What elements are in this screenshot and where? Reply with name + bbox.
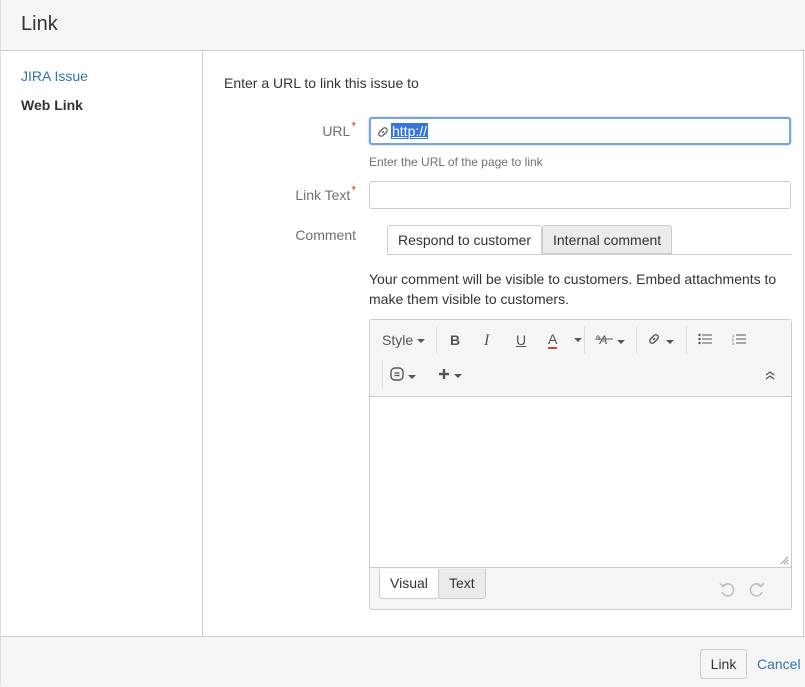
comment-editor: Style B I U A ªA 1 2 3 Visual Text bbox=[369, 319, 792, 610]
chevron-down-icon[interactable] bbox=[574, 338, 582, 342]
sidebar-item-web-link[interactable]: Web Link bbox=[21, 97, 83, 113]
chevron-down-icon bbox=[617, 340, 625, 345]
toolbar-divider bbox=[636, 326, 637, 354]
style-dropdown[interactable]: Style bbox=[382, 332, 426, 348]
sidebar: JIRA Issue Web Link bbox=[1, 51, 203, 636]
form-intro: Enter a URL to link this issue to bbox=[224, 75, 419, 91]
insert-link-dropdown[interactable] bbox=[646, 332, 674, 349]
chevron-down-icon bbox=[408, 375, 416, 380]
tab-text[interactable]: Text bbox=[438, 569, 486, 599]
collapse-toolbar-icon[interactable] bbox=[764, 370, 776, 380]
text-color-button[interactable]: A bbox=[548, 332, 558, 349]
link-text-label: Link Text* bbox=[295, 183, 356, 203]
chevron-down-icon bbox=[454, 374, 462, 379]
comment-text-area[interactable] bbox=[370, 396, 791, 568]
link-text-field[interactable] bbox=[369, 181, 791, 209]
url-value: http:// bbox=[391, 123, 429, 139]
underline-button[interactable]: U bbox=[516, 332, 526, 348]
tab-visual[interactable]: Visual bbox=[379, 569, 439, 599]
bold-button[interactable]: B bbox=[450, 332, 460, 348]
plus-icon bbox=[439, 369, 449, 379]
editor-toolbar: Style B I U A ªA 1 2 3 bbox=[370, 320, 791, 396]
redo-icon[interactable] bbox=[748, 580, 766, 598]
sidebar-item-jira-issue[interactable]: JIRA Issue bbox=[21, 68, 88, 84]
dialog-header: Link bbox=[1, 0, 805, 51]
comment-label: Comment bbox=[295, 227, 356, 243]
toolbar-divider bbox=[436, 326, 437, 354]
toolbar-divider bbox=[686, 326, 687, 354]
url-label: URL* bbox=[322, 119, 356, 139]
main-form: Enter a URL to link this issue to URL* h… bbox=[204, 51, 805, 636]
emoticon-icon bbox=[390, 367, 404, 381]
link-icon bbox=[649, 334, 659, 344]
tab-internal-comment[interactable]: Internal comment bbox=[542, 225, 673, 254]
tab-respond-to-customer[interactable]: Respond to customer bbox=[387, 225, 543, 254]
toolbar-divider bbox=[382, 360, 383, 388]
comment-tabs: Respond to customer Internal comment bbox=[387, 225, 792, 255]
dialog-title: Link bbox=[21, 13, 58, 35]
url-hint: Enter the URL of the page to link bbox=[369, 155, 543, 169]
link-button[interactable]: Link bbox=[700, 649, 747, 679]
emoticon-dropdown[interactable] bbox=[390, 367, 416, 384]
italic-button[interactable]: I bbox=[484, 332, 489, 350]
url-field[interactable]: http:// bbox=[369, 117, 791, 145]
toolbar-divider bbox=[584, 326, 585, 354]
numbered-list-icon[interactable]: 123 bbox=[732, 333, 746, 345]
comment-visibility-note: Your comment will be visible to customer… bbox=[369, 271, 777, 307]
link-icon bbox=[378, 127, 388, 137]
dialog-footer: Link Cancel bbox=[1, 636, 805, 687]
insert-more-dropdown[interactable] bbox=[438, 367, 462, 383]
chevron-down-icon bbox=[666, 340, 674, 345]
undo-icon[interactable] bbox=[718, 580, 736, 598]
required-marker: * bbox=[351, 119, 356, 133]
required-marker: * bbox=[351, 183, 356, 197]
cancel-link[interactable]: Cancel bbox=[757, 656, 801, 672]
strikethrough-format-icon: ªA bbox=[595, 333, 613, 347]
chevron-down-icon bbox=[417, 339, 426, 344]
bullet-list-icon[interactable] bbox=[698, 333, 712, 345]
link-dialog: Link JIRA Issue Web Link Enter a URL to … bbox=[0, 0, 805, 687]
svg-text:3: 3 bbox=[732, 341, 735, 345]
resize-grip-icon[interactable] bbox=[780, 556, 789, 565]
text-format-dropdown[interactable]: ªA bbox=[595, 332, 625, 349]
